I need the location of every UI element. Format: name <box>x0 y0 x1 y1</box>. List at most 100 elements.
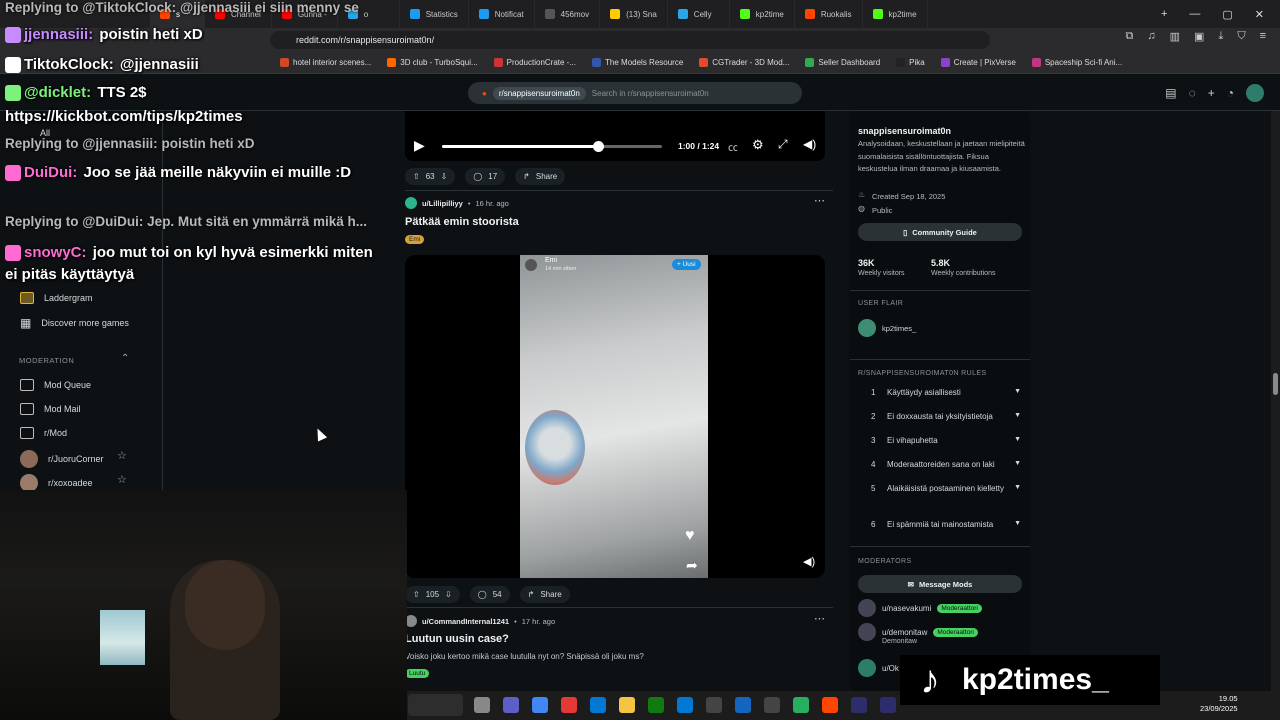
chevron-down-icon[interactable]: ▼ <box>1011 520 1021 529</box>
chevron-down-icon[interactable]: ▼ <box>1011 484 1021 493</box>
post-author[interactable]: u/CommandInternal1241 <box>422 617 509 626</box>
share-button[interactable]: ↱ Share <box>515 168 566 185</box>
more-options-icon[interactable]: ⋯ <box>814 194 825 207</box>
bookmark-item[interactable]: CGTrader - 3D Mod... <box>699 58 789 67</box>
star-icon[interactable]: ☆ <box>117 473 127 486</box>
figma-icon[interactable] <box>793 697 809 713</box>
comments-button[interactable]: ◯ 17 <box>465 168 506 185</box>
search-community-pill[interactable]: r/snappisensuroimat0n <box>492 86 586 100</box>
post-title[interactable]: Pätkää emin stoorista <box>405 216 519 228</box>
volume-icon[interactable]: ◀) <box>803 137 816 151</box>
chat-icon[interactable]: ◌ <box>1189 86 1196 100</box>
post-title[interactable]: Luutun uusin case? <box>405 633 509 645</box>
story-follow-button[interactable]: + Uusi <box>672 259 701 270</box>
search-input[interactable]: ● r/snappisensuroimat0n Search in r/snap… <box>468 82 802 104</box>
chevron-down-icon[interactable]: ▼ <box>1011 460 1021 469</box>
chevron-down-icon[interactable]: ▼ <box>1011 412 1021 421</box>
rule-item[interactable]: 5 Alaikäisistä postaaminen kielletty ▼ <box>871 484 1021 493</box>
bookmark-item[interactable]: Create | PixVerse <box>940 58 1016 67</box>
outlook-icon[interactable] <box>677 697 693 713</box>
task-view-icon[interactable] <box>474 697 490 713</box>
app-icon[interactable] <box>706 697 722 713</box>
maximize-icon[interactable]: ▢ <box>1222 8 1232 21</box>
post-author[interactable]: u/Lillipilliyy <box>422 199 463 208</box>
bookmark-item[interactable]: ProductionCrate -... <box>493 58 576 67</box>
sidebar-item-discover-games[interactable]: ▦ Discover more games <box>20 316 129 330</box>
browser-tab[interactable]: kp2time <box>730 0 795 28</box>
media-icon[interactable]: ♫ <box>1147 30 1155 43</box>
explorer-icon[interactable] <box>619 697 635 713</box>
store-icon[interactable] <box>590 697 606 713</box>
rule-item[interactable]: 2 Ei doxxausta tai yksityistietoja ▼ <box>871 412 1021 421</box>
bookmark-item[interactable]: Seller Dashboard <box>805 58 880 67</box>
scrollbar-thumb[interactable] <box>1273 373 1278 395</box>
premiere-icon[interactable] <box>880 697 896 713</box>
star-icon[interactable]: ☆ <box>117 449 127 462</box>
downvote-icon[interactable]: ⇩ <box>445 590 452 599</box>
moderation-header[interactable]: MODERATION <box>19 356 74 365</box>
bookmark-item[interactable]: The Models Resource <box>592 58 683 67</box>
bookmark-item[interactable]: Spaceship Sci-fi Ani... <box>1031 58 1122 67</box>
moderator-item[interactable]: u/demonitaw Moderaattori <box>858 623 978 641</box>
share-arrow-icon[interactable]: ➦ <box>686 557 698 574</box>
menu-icon[interactable]: ≡ <box>1260 30 1266 43</box>
downvote-icon[interactable]: ⇩ <box>441 172 448 181</box>
post-flair[interactable]: Luutu <box>405 669 430 678</box>
rule-item[interactable]: 1 Käyttäydy asiallisesti ▼ <box>871 388 1021 397</box>
chrome-icon[interactable] <box>532 697 548 713</box>
vote-button[interactable]: ⇧ 105 ⇩ <box>405 586 460 603</box>
share-button[interactable]: ↱ Share <box>519 586 570 603</box>
brave-icon[interactable] <box>822 697 838 713</box>
rule-item[interactable]: 6 Ei spämmiä tai mainostamista ▼ <box>871 520 1021 529</box>
collapse-chevron-icon[interactable]: ⌃ <box>121 353 129 364</box>
vote-button[interactable]: ⇧ 63 ⇩ <box>405 168 456 185</box>
teams-icon[interactable] <box>503 697 519 713</box>
community-guide-button[interactable]: ▯ Community Guide <box>858 223 1022 241</box>
browser-tab[interactable]: kp2time <box>863 0 928 28</box>
heart-icon[interactable]: ♥ <box>685 527 695 545</box>
browser-tab[interactable]: Notificat <box>469 0 535 28</box>
upvote-icon[interactable]: ⇧ <box>413 590 420 599</box>
opera-icon[interactable] <box>561 697 577 713</box>
upvote-icon[interactable]: ⇧ <box>413 172 420 181</box>
sidebar-item-mod-queue[interactable]: Mod Queue <box>20 379 91 391</box>
download-icon[interactable]: ⤓ <box>1218 30 1223 43</box>
bookmark-item[interactable]: Pika <box>896 58 925 67</box>
wallet-icon[interactable]: ▣ <box>1194 30 1204 43</box>
minimize-icon[interactable]: — <box>1189 8 1200 20</box>
rule-item[interactable]: 4 Moderaattoreiden sana on laki ▼ <box>871 460 1021 469</box>
close-window-icon[interactable]: ✕ <box>1255 8 1264 21</box>
chevron-down-icon[interactable]: ▼ <box>1011 436 1021 445</box>
new-tab-icon[interactable]: + <box>1161 8 1167 20</box>
user-flair-name[interactable]: kp2times_ <box>882 324 916 333</box>
browser-tab[interactable]: 456mov <box>535 0 601 28</box>
page-scrollbar[interactable] <box>1271 111 1280 691</box>
advertise-icon[interactable]: ▤ <box>1165 86 1176 100</box>
address-bar[interactable]: reddit.com/r/snappisensuroimat0n/ <box>270 31 990 49</box>
post-flair[interactable]: Emi <box>405 235 425 244</box>
moderator-item[interactable]: u/nasevakumi Moderaattori <box>858 599 982 617</box>
moderator-item[interactable]: u/Ok <box>858 659 899 677</box>
post-media[interactable]: Emi 14 min sitten + Uusi ♥ ➦ ◀) <box>405 255 825 578</box>
play-icon[interactable]: ▶ <box>414 137 425 154</box>
sidebar-item-laddergram[interactable]: Laddergram <box>20 292 93 304</box>
create-post-icon[interactable]: + <box>1208 86 1215 100</box>
sidebar-item-r-mod[interactable]: r/Mod <box>20 427 67 439</box>
chevron-down-icon[interactable]: ▼ <box>1011 388 1021 397</box>
editor-icon[interactable] <box>735 697 751 713</box>
captions-icon[interactable]: ㏄ <box>728 139 738 154</box>
fullscreen-icon[interactable]: ⤢ <box>778 137 788 152</box>
taskbar-clock[interactable]: 19.05 23/09/2025 <box>1200 694 1238 714</box>
xbox-icon[interactable] <box>648 697 664 713</box>
extensions-icon[interactable]: ⧉ <box>1126 30 1134 43</box>
browser-tab[interactable]: Ruokalis <box>795 0 863 28</box>
browser-tab[interactable]: Celly <box>668 0 730 28</box>
sidebar-item-community[interactable]: r/JuoruCorner <box>20 450 104 468</box>
bookmark-item[interactable]: 3D club - TurboSqui... <box>387 58 478 67</box>
notifications-icon[interactable]: ◔ <box>1227 86 1234 100</box>
message-mods-button[interactable]: ✉ Message Mods <box>858 575 1022 593</box>
sidebar-item-mod-mail[interactable]: Mod Mail <box>20 403 81 415</box>
browser-tab[interactable]: (13) Sna <box>600 0 668 28</box>
settings-icon[interactable]: ⚙ <box>752 137 764 153</box>
mute-icon[interactable]: ◀) <box>803 555 815 568</box>
